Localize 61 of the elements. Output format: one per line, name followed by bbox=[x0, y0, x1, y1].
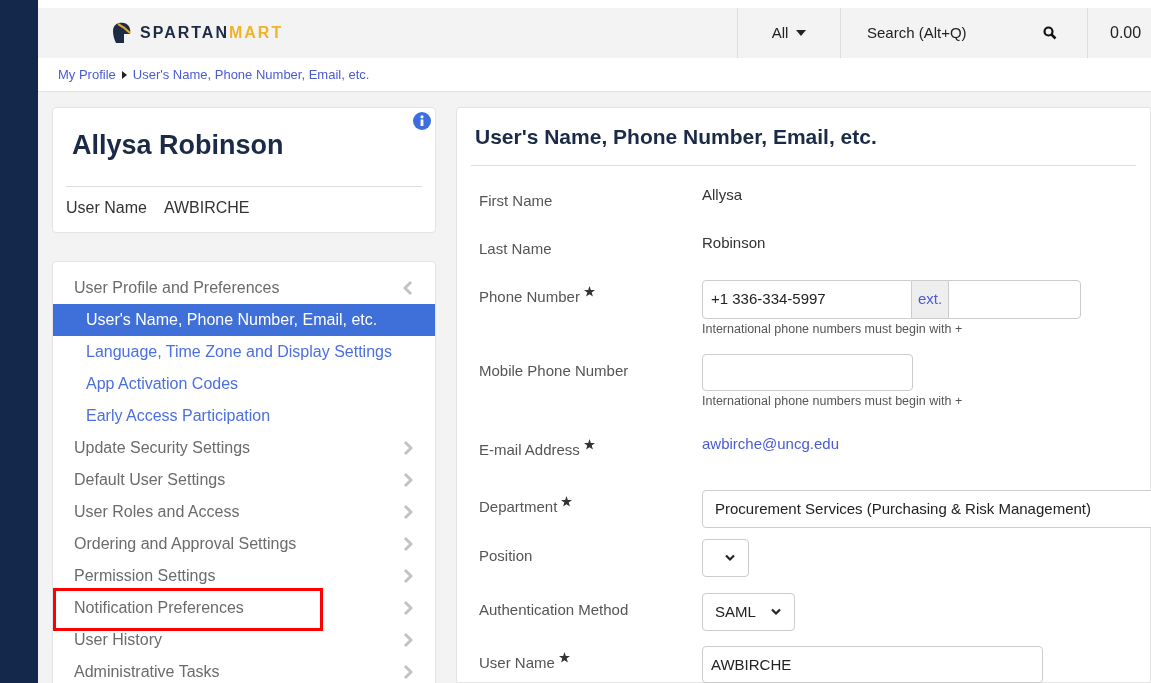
breadcrumb-arrow-icon bbox=[121, 70, 127, 79]
select-dropdown[interactable]: SAML bbox=[702, 593, 795, 631]
extension-input[interactable] bbox=[948, 280, 1082, 319]
nav-item[interactable]: Permission Settings bbox=[53, 559, 435, 592]
chevron-right-icon bbox=[403, 472, 413, 487]
field-label: Department bbox=[479, 497, 558, 517]
form-title: User's Name, Phone Number, Email, etc. bbox=[475, 123, 877, 150]
field-label: Phone Number bbox=[479, 287, 580, 307]
caret-down-icon bbox=[796, 30, 807, 36]
nav-subitem[interactable]: App Activation Codes bbox=[53, 367, 435, 400]
search-icon bbox=[1043, 26, 1057, 40]
nav-item[interactable]: Notification Preferences bbox=[53, 591, 435, 624]
breadcrumb-link[interactable]: User's Name, Phone Number, Email, etc. bbox=[132, 64, 370, 85]
chevron-right-icon bbox=[403, 536, 413, 551]
field-label: Position bbox=[479, 546, 533, 566]
chevron-right-icon bbox=[403, 440, 413, 455]
scope-dropdown[interactable]: All bbox=[737, 8, 840, 58]
nav-item[interactable]: Ordering and Approval Settings bbox=[53, 527, 435, 560]
extension-label: ext. bbox=[912, 280, 949, 319]
field-value: Allysa bbox=[702, 185, 742, 205]
helmet-logo-icon bbox=[110, 21, 132, 45]
phone-input[interactable]: +1 336-334-5997 bbox=[702, 280, 912, 319]
text-input[interactable] bbox=[702, 354, 913, 391]
info-icon[interactable] bbox=[413, 112, 431, 130]
logo-text: SPARTAN MART bbox=[140, 23, 284, 43]
search-field[interactable]: Search (Alt+Q) bbox=[840, 8, 1087, 58]
caret-icon bbox=[724, 554, 736, 562]
breadcrumb-link[interactable]: My Profile bbox=[58, 64, 116, 85]
field-label: E-mail Address bbox=[479, 440, 580, 460]
username-label: User Name bbox=[66, 197, 147, 218]
field-label: Mobile Phone Number bbox=[479, 361, 629, 381]
select-dropdown[interactable] bbox=[702, 539, 749, 577]
chevron-right-icon bbox=[403, 568, 413, 583]
chevron-left-icon bbox=[403, 280, 413, 295]
field-label: Authentication Method bbox=[479, 600, 629, 620]
cart-total[interactable]: 0.00 bbox=[1110, 21, 1142, 45]
email-link[interactable]: awbirche@uncg.edu bbox=[702, 433, 839, 456]
chevron-right-icon bbox=[403, 504, 413, 519]
username-value: AWBIRCHE bbox=[163, 197, 250, 218]
text-input[interactable]: AWBIRCHE bbox=[702, 646, 1043, 683]
field-value: Robinson bbox=[702, 233, 766, 253]
help-text: International phone numbers must begin with + bbox=[702, 321, 964, 338]
profile-name: Allysa Robinson bbox=[71, 129, 285, 162]
nav-item[interactable]: User Roles and Access bbox=[53, 495, 435, 528]
nav-item[interactable]: Default User Settings bbox=[53, 463, 435, 496]
caret-icon bbox=[770, 608, 782, 616]
field-label: First Name bbox=[479, 191, 553, 211]
nav-item[interactable]: Update Security Settings bbox=[53, 431, 435, 464]
nav-subitem[interactable]: Early Access Participation bbox=[53, 399, 435, 432]
chevron-right-icon bbox=[403, 600, 413, 615]
chevron-right-icon bbox=[403, 632, 413, 647]
nav-item[interactable]: User Profile and Preferences bbox=[53, 271, 435, 304]
field-label: Last Name bbox=[479, 239, 552, 259]
select-dropdown[interactable]: Procurement Services (Purchasing & Risk Management) bbox=[702, 490, 1151, 528]
nav-item[interactable]: User History bbox=[53, 623, 435, 656]
field-label: User Name bbox=[479, 653, 555, 673]
nav-subitem[interactable]: User's Name, Phone Number, Email, etc. bbox=[53, 303, 435, 336]
nav-subitem[interactable]: Language, Time Zone and Display Settings bbox=[53, 335, 435, 368]
help-text: International phone numbers must begin with + bbox=[702, 393, 963, 410]
nav-item[interactable]: Administrative Tasks bbox=[53, 655, 435, 683]
chevron-right-icon bbox=[403, 664, 413, 679]
